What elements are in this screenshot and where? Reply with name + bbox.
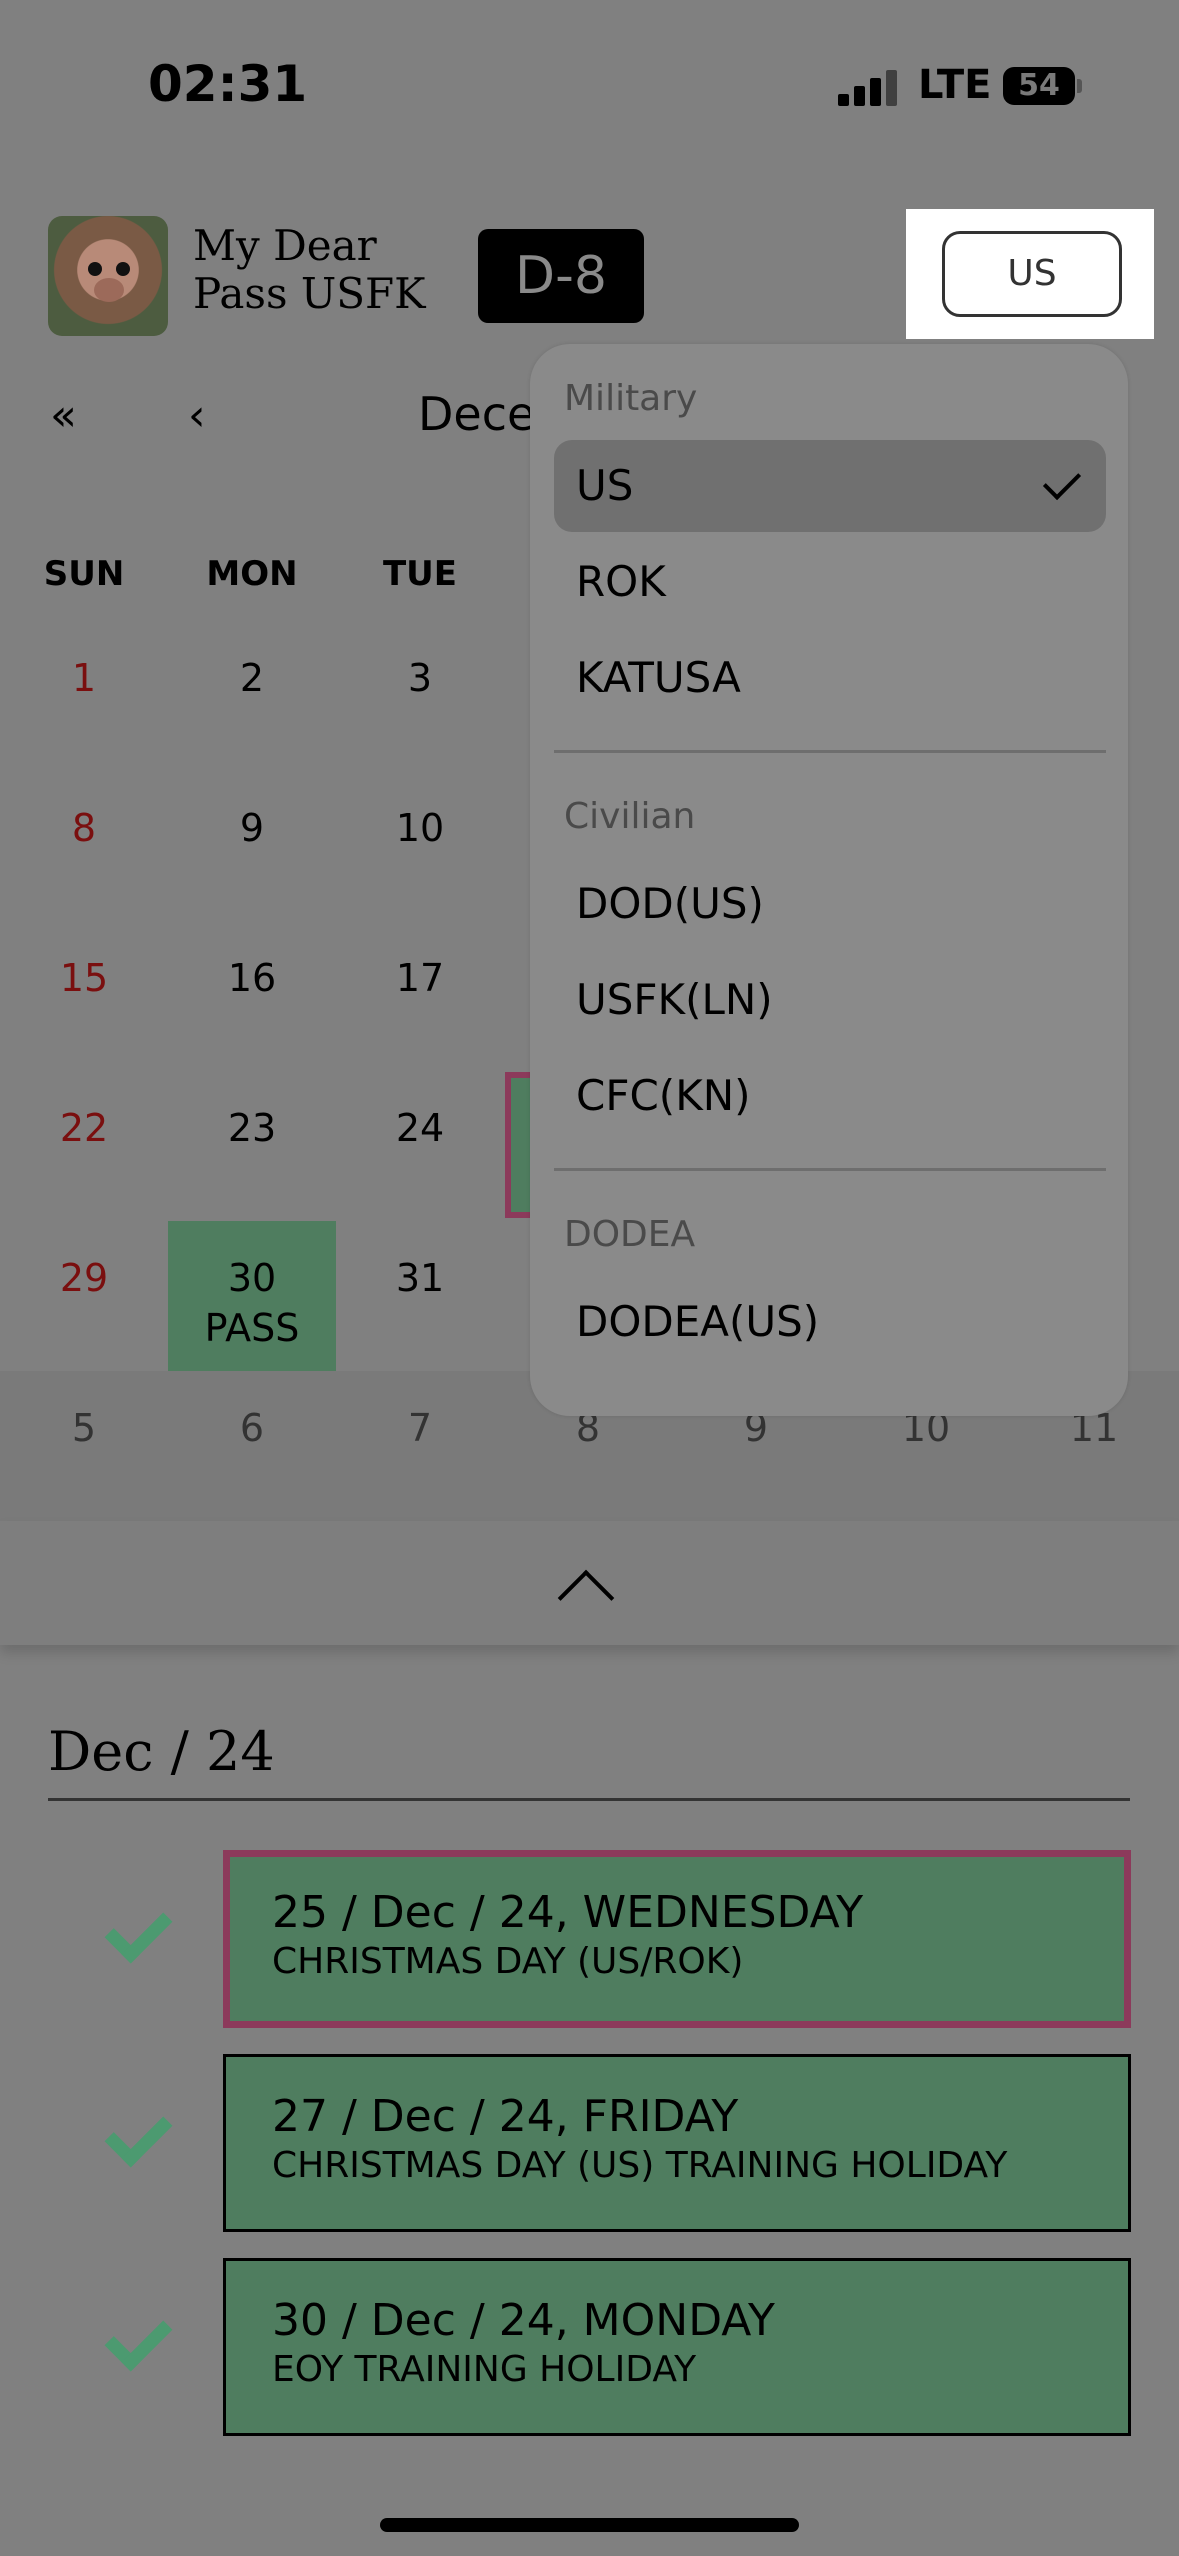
- dday-badge: D-8: [478, 229, 644, 323]
- menu-item-katusa[interactable]: KATUSA: [554, 632, 1106, 724]
- prev-year-button[interactable]: «: [50, 390, 77, 441]
- holiday-date: 25 / Dec / 24, WEDNESDAY: [272, 1887, 864, 1938]
- month-label: Dece: [418, 387, 536, 441]
- menu-item-dod-us[interactable]: DOD(US): [554, 858, 1106, 950]
- category-selector-button[interactable]: US: [942, 231, 1122, 317]
- home-indicator[interactable]: [380, 2518, 799, 2532]
- checkmark-icon: [1042, 461, 1082, 501]
- pass-label: PASS: [204, 1306, 300, 1350]
- weekday-mon: MON: [206, 554, 298, 594]
- day-cell[interactable]: 1: [4, 656, 164, 700]
- day-cell[interactable]: 30: [172, 1256, 332, 1300]
- day-cell[interactable]: 22: [4, 1106, 164, 1150]
- app-logo: [48, 216, 168, 336]
- battery-icon: 54: [1003, 67, 1075, 105]
- holiday-desc: CHRISTMAS DAY (US) TRAINING HOLIDAY: [272, 2145, 1008, 2186]
- section-divider: [48, 1798, 1130, 1801]
- menu-item-usfk-ln[interactable]: USFK(LN): [554, 954, 1106, 1046]
- menu-item-rok[interactable]: ROK: [554, 536, 1106, 628]
- day-cell[interactable]: 23: [172, 1106, 332, 1150]
- day-cell-next[interactable]: 5: [4, 1406, 164, 1450]
- signal-icon: [838, 70, 898, 106]
- day-cell[interactable]: 8: [4, 806, 164, 850]
- menu-separator: [554, 1168, 1106, 1171]
- battery-tip: [1077, 79, 1082, 93]
- section-title: Dec / 24: [48, 1720, 275, 1783]
- holiday-desc: EOY TRAINING HOLIDAY: [272, 2349, 697, 2390]
- check-icon: [100, 2308, 170, 2378]
- network-label: LTE: [918, 62, 992, 108]
- check-icon: [100, 2104, 170, 2174]
- holiday-card[interactable]: 27 / Dec / 24, FRIDAY CHRISTMAS DAY (US)…: [223, 2054, 1131, 2232]
- menu-separator: [554, 750, 1106, 753]
- app-title-line2: Pass USFK: [193, 269, 426, 318]
- menu-item-us[interactable]: US: [554, 440, 1106, 532]
- weekday-sun: SUN: [43, 554, 125, 594]
- menu-item-dodea-us[interactable]: DODEA(US): [554, 1276, 1106, 1368]
- holiday-desc: CHRISTMAS DAY (US/ROK): [272, 1941, 744, 1982]
- day-cell[interactable]: 24: [340, 1106, 500, 1150]
- category-dropdown-menu: Military US ROK KATUSA Civilian DOD(US) …: [530, 344, 1128, 1416]
- holiday-date: 27 / Dec / 24, FRIDAY: [272, 2091, 739, 2142]
- day-cell[interactable]: 3: [340, 656, 500, 700]
- day-cell[interactable]: 15: [4, 956, 164, 1000]
- day-cell[interactable]: 9: [172, 806, 332, 850]
- prev-month-button[interactable]: ‹: [188, 390, 206, 441]
- menu-item-cfc-kn[interactable]: CFC(KN): [554, 1050, 1106, 1142]
- day-cell-next[interactable]: 6: [172, 1406, 332, 1450]
- menu-heading-dodea: DODEA: [564, 1214, 696, 1255]
- menu-heading-civilian: Civilian: [564, 796, 696, 837]
- day-cell[interactable]: 10: [340, 806, 500, 850]
- status-time: 02:31: [148, 55, 308, 113]
- holiday-card[interactable]: 30 / Dec / 24, MONDAY EOY TRAINING HOLID…: [223, 2258, 1131, 2436]
- day-cell[interactable]: 17: [340, 956, 500, 1000]
- day-cell[interactable]: 2: [172, 656, 332, 700]
- weekday-tue: TUE: [382, 554, 458, 594]
- holiday-date: 30 / Dec / 24, MONDAY: [272, 2295, 775, 2346]
- category-selector-area: US: [906, 209, 1154, 339]
- check-icon: [100, 1900, 170, 1970]
- app-title-line1: My Dear: [193, 221, 377, 270]
- menu-item-label: US: [576, 461, 634, 510]
- day-cell-next[interactable]: 7: [340, 1406, 500, 1450]
- day-cell[interactable]: 16: [172, 956, 332, 1000]
- day-cell[interactable]: 31: [340, 1256, 500, 1300]
- holiday-card[interactable]: 25 / Dec / 24, WEDNESDAY CHRISTMAS DAY (…: [223, 1850, 1131, 2028]
- app-title: My Dear Pass USFK: [193, 222, 426, 318]
- day-cell[interactable]: 29: [4, 1256, 164, 1300]
- menu-heading-military: Military: [564, 378, 698, 419]
